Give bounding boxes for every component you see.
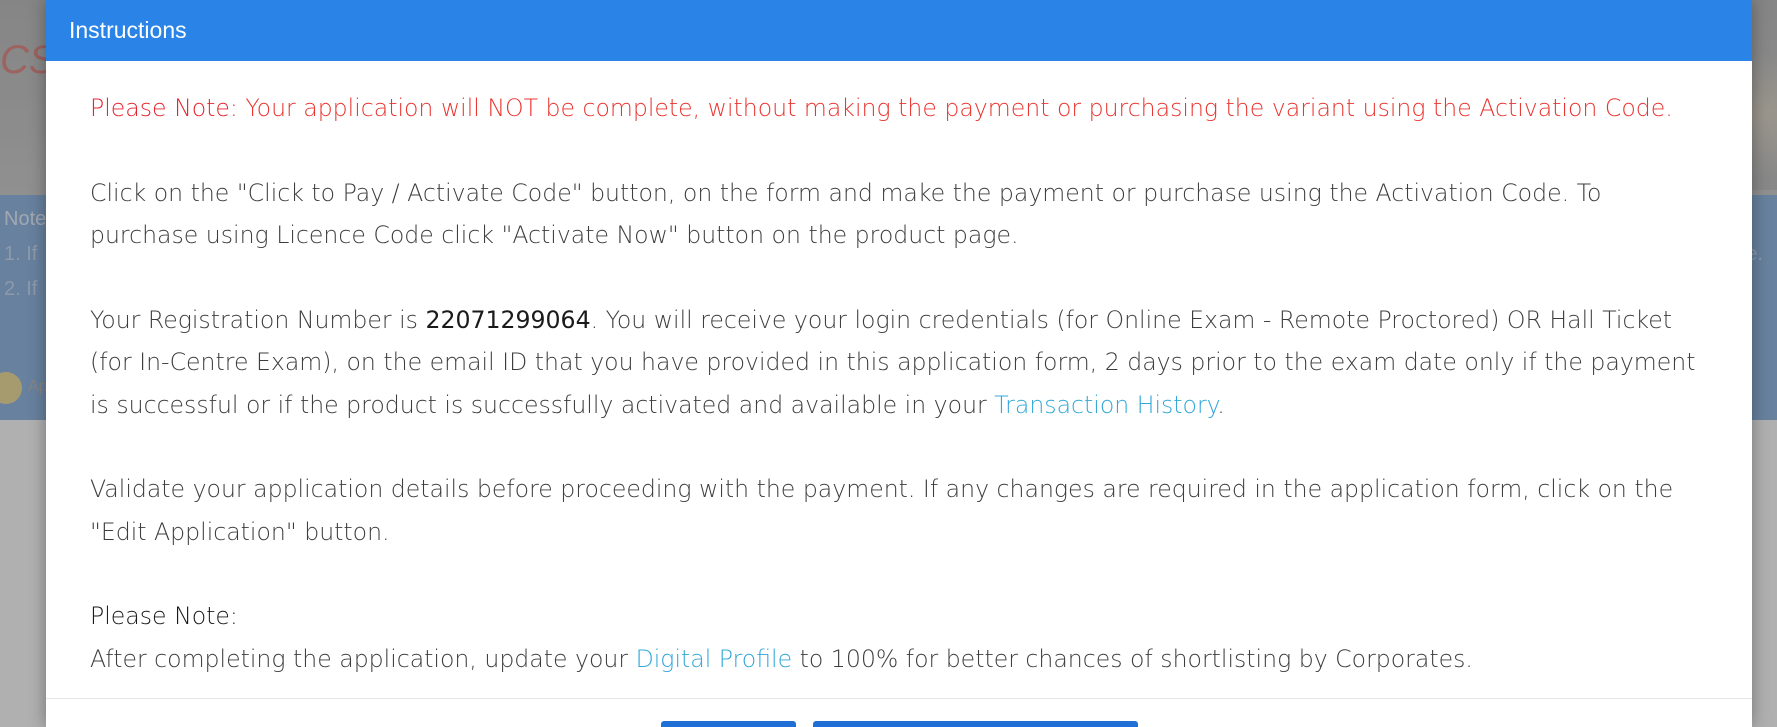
footer-primary-button[interactable] (661, 721, 796, 727)
payment-instructions: Click on the "Click to Pay / Activate Co… (90, 178, 1602, 250)
modal-body: Please Note: Your application will NOT b… (46, 61, 1752, 680)
registration-paragraph: Your Registration Number is 22071299064.… (90, 299, 1708, 427)
footer-secondary-button[interactable] (813, 721, 1138, 727)
registration-number: 22071299064 (425, 305, 591, 334)
profile-prefix: After completing the application, update… (90, 644, 636, 673)
warning-label: Please Note: (90, 94, 238, 122)
transaction-history-link[interactable]: Transaction History (994, 391, 1217, 419)
modal-header: Instructions (46, 0, 1752, 61)
warning-text: Your application will NOT be complete, w… (237, 94, 1673, 122)
note-heading: Please Note: (90, 602, 238, 630)
modal-footer (46, 698, 1752, 727)
digital-profile-link[interactable]: Digital Profile (636, 645, 793, 673)
profile-suffix: to 100% for better chances of shortlisti… (792, 644, 1473, 673)
modal-title: Instructions (69, 17, 187, 43)
digital-profile-paragraph: After completing the application, update… (90, 638, 1708, 681)
instructions-modal: Instructions Please Note: Your applicati… (46, 0, 1752, 727)
registration-suffix: . (1217, 390, 1225, 419)
registration-prefix: Your Registration Number is (90, 305, 426, 334)
warning-paragraph: Please Note: Your application will NOT b… (90, 87, 1708, 130)
validate-paragraph: Validate your application details before… (90, 475, 1674, 546)
